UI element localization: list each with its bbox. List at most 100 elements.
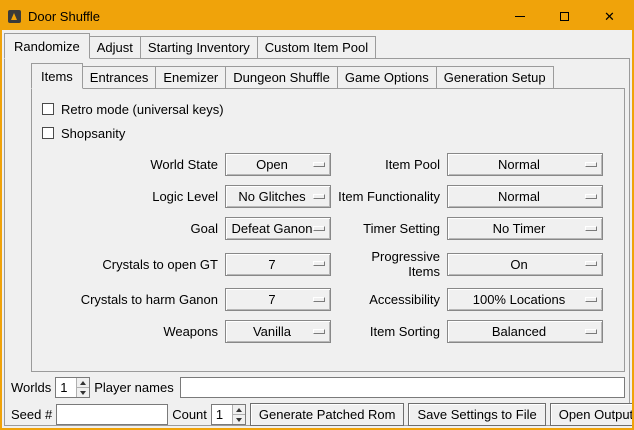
settings-tabstrip: Items Entrances Enemizer Dungeon Shuffle… [31, 63, 625, 89]
generate-patched-rom-button[interactable]: Generate Patched Rom [250, 403, 405, 426]
goal-label: Goal [40, 221, 218, 236]
dropdown-value: Defeat Ganon [232, 221, 313, 236]
worlds-spin-buttons [76, 378, 89, 397]
player-names-input[interactable] [180, 377, 625, 398]
dropdown-indicator-icon [313, 329, 325, 334]
spin-down-button[interactable] [77, 387, 89, 397]
settings-notebook: Items Entrances Enemizer Dungeon Shuffle… [31, 63, 625, 372]
items-tab-panel: Retro mode (universal keys) Shopsanity W… [31, 89, 625, 372]
main-notebook: Randomize Adjust Starting Inventory Cust… [4, 33, 630, 426]
spin-up-button[interactable] [233, 405, 245, 414]
dropdown-indicator-icon [585, 297, 597, 302]
dropdown-indicator-icon [313, 297, 325, 302]
item-functionality-dropdown[interactable]: Normal [447, 185, 603, 208]
tab-generation-setup[interactable]: Generation Setup [436, 66, 554, 89]
minimize-button[interactable] [497, 2, 542, 30]
dropdown-value: On [510, 257, 527, 272]
worlds-value: 1 [56, 378, 76, 397]
tab-entrances[interactable]: Entrances [82, 66, 157, 89]
spin-down-icon [80, 391, 86, 395]
maximize-icon [560, 12, 569, 21]
form-row: World State Open Item Pool Normal [40, 153, 616, 176]
dropdown-indicator-icon [585, 162, 597, 167]
progressive-items-dropdown[interactable]: On [447, 253, 603, 276]
close-icon: ✕ [604, 10, 615, 23]
spin-down-button[interactable] [233, 414, 245, 424]
item-pool-dropdown[interactable]: Normal [447, 153, 603, 176]
dropdown-value: Vanilla [253, 324, 291, 339]
dropdown-indicator-icon [313, 162, 325, 167]
form-row: Weapons Vanilla Item Sorting Balanced [40, 320, 616, 343]
timer-setting-label: Timer Setting [338, 221, 440, 236]
close-button[interactable]: ✕ [587, 2, 632, 30]
dropdown-indicator-icon [585, 329, 597, 334]
dropdown-indicator-icon [313, 194, 325, 199]
dropdown-value: 100% Locations [473, 292, 566, 307]
dropdown-indicator-icon [585, 194, 597, 199]
weapons-label: Weapons [40, 324, 218, 339]
crystals-gt-label: Crystals to open GT [40, 257, 218, 272]
tab-randomize[interactable]: Randomize [4, 33, 90, 59]
crystals-ganon-dropdown[interactable]: 7 [225, 288, 331, 311]
tab-starting-inventory[interactable]: Starting Inventory [140, 36, 258, 59]
count-value: 1 [212, 405, 232, 424]
open-output-directory-button[interactable]: Open Output Directory [550, 403, 634, 426]
form-row: Crystals to harm Ganon 7 Accessibility 1… [40, 288, 616, 311]
dropdown-indicator-icon [585, 226, 597, 231]
shopsanity-checkbox-row[interactable]: Shopsanity [42, 121, 616, 145]
app-icon [7, 9, 22, 24]
dropdown-value: 7 [268, 257, 275, 272]
tab-game-options[interactable]: Game Options [337, 66, 437, 89]
maximize-button[interactable] [542, 2, 587, 30]
dropdown-indicator-icon [585, 261, 597, 266]
seed-label: Seed # [11, 407, 52, 422]
tab-custom-item-pool[interactable]: Custom Item Pool [257, 36, 376, 59]
goal-dropdown[interactable]: Defeat Ganon [225, 217, 331, 240]
spin-up-button[interactable] [77, 378, 89, 387]
progressive-items-label: Progressive Items [338, 249, 440, 279]
dropdown-value: Balanced [492, 324, 546, 339]
form-row: Goal Defeat Ganon Timer Setting No Timer [40, 217, 616, 240]
tab-adjust[interactable]: Adjust [89, 36, 141, 59]
app-window: Door Shuffle ✕ Randomize Adjust Starting… [0, 0, 634, 430]
minimize-icon [515, 16, 525, 17]
shopsanity-checkbox[interactable] [42, 127, 54, 139]
retro-mode-checkbox-row[interactable]: Retro mode (universal keys) [42, 97, 616, 121]
dropdown-indicator-icon [313, 261, 325, 266]
settings-form: World State Open Item Pool Normal [40, 153, 616, 343]
item-sorting-dropdown[interactable]: Balanced [447, 320, 603, 343]
item-sorting-label: Item Sorting [338, 324, 440, 339]
seed-input[interactable] [56, 404, 168, 425]
tab-items[interactable]: Items [31, 63, 83, 89]
titlebar[interactable]: Door Shuffle ✕ [2, 2, 632, 30]
tab-dungeon-shuffle[interactable]: Dungeon Shuffle [225, 66, 338, 89]
weapons-dropdown[interactable]: Vanilla [225, 320, 331, 343]
world-state-dropdown[interactable]: Open [225, 153, 331, 176]
item-pool-label: Item Pool [338, 157, 440, 172]
worlds-row: Worlds 1 Player names [9, 377, 625, 398]
logic-level-dropdown[interactable]: No Glitches [225, 185, 331, 208]
retro-mode-checkbox[interactable] [42, 103, 54, 115]
save-settings-button[interactable]: Save Settings to File [408, 403, 545, 426]
spin-down-icon [236, 418, 242, 422]
count-label: Count [172, 407, 207, 422]
randomize-tab-panel: Items Entrances Enemizer Dungeon Shuffle… [4, 59, 630, 426]
item-functionality-label: Item Functionality [338, 189, 440, 204]
dropdown-value: Normal [498, 189, 540, 204]
timer-setting-dropdown[interactable]: No Timer [447, 217, 603, 240]
player-names-label: Player names [94, 380, 173, 395]
crystals-gt-dropdown[interactable]: 7 [225, 253, 331, 276]
dropdown-value: Open [256, 157, 288, 172]
worlds-spinbox[interactable]: 1 [55, 377, 90, 398]
bottom-controls: Worlds 1 Player names Seed # Count [5, 372, 629, 430]
tab-enemizer[interactable]: Enemizer [155, 66, 226, 89]
retro-mode-label: Retro mode (universal keys) [61, 102, 224, 117]
main-tabstrip: Randomize Adjust Starting Inventory Cust… [4, 33, 630, 59]
accessibility-dropdown[interactable]: 100% Locations [447, 288, 603, 311]
dropdown-value: 7 [268, 292, 275, 307]
dropdown-value: No Timer [493, 221, 546, 236]
window-title: Door Shuffle [28, 9, 100, 24]
accessibility-label: Accessibility [338, 292, 440, 307]
form-row: Logic Level No Glitches Item Functionali… [40, 185, 616, 208]
count-spinbox[interactable]: 1 [211, 404, 246, 425]
